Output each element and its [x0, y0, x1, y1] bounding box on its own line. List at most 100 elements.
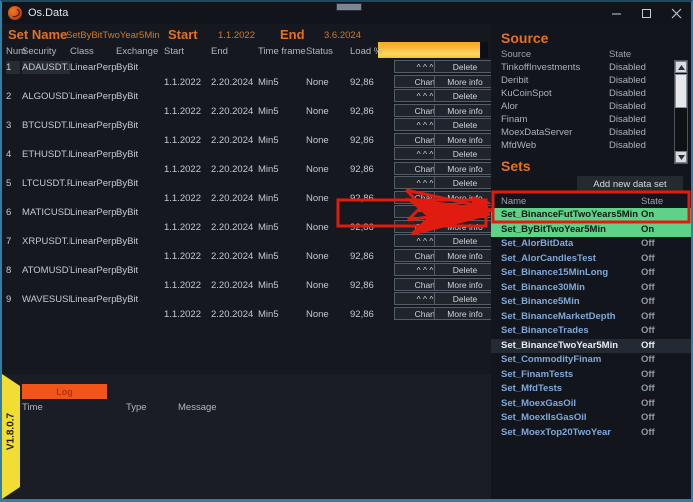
cell-status: None: [306, 193, 329, 204]
more-info-button[interactable]: More info: [434, 162, 496, 175]
set-list-item[interactable]: Set_BinanceMarketDepth Off: [491, 310, 691, 325]
cell-end: 2.20.2024: [211, 164, 254, 175]
set-list-item[interactable]: Set_BinanceTrades Off: [491, 324, 691, 339]
log-panel: Log Time Type Message: [2, 374, 491, 499]
cell-num: 2: [6, 91, 12, 102]
start-label: Start: [168, 27, 198, 42]
cell-class: LinearPerpetu: [70, 265, 116, 276]
tab-log[interactable]: Log: [22, 384, 107, 399]
table-row[interactable]: 4 ETHUSDT.PLinearPerpetuByBit 1.1.2022 2.20…: [2, 147, 496, 176]
source-list-item[interactable]: MoexDataServer Disabled: [501, 126, 679, 139]
delete-button[interactable]: Delete: [434, 234, 496, 247]
table-row[interactable]: 7 XRPUSDT.PLinearPerpetuByBit 1.1.2022 2.20…: [2, 234, 496, 263]
delete-button[interactable]: Delete: [434, 147, 496, 160]
cell-status: None: [306, 251, 329, 262]
maximize-icon[interactable]: [631, 2, 661, 24]
cell-class: LinearPerpetu: [70, 91, 116, 102]
drag-handle-chip[interactable]: [336, 3, 362, 11]
set-list-item[interactable]: Set_FinamTests Off: [491, 368, 691, 383]
set-state: Off: [641, 310, 655, 322]
set-list-item[interactable]: Set_AlorCandlesTest Off: [491, 252, 691, 267]
more-info-button[interactable]: More info: [434, 133, 496, 146]
set-name: Set_ByBitTwoYear5Min: [501, 223, 606, 235]
cell-timeframe: Min5: [258, 193, 279, 204]
more-info-button[interactable]: More info: [434, 104, 496, 117]
set-list-item[interactable]: Set_BinanceTwoYear5Min Off: [491, 338, 691, 353]
more-info-button[interactable]: More info: [434, 278, 496, 291]
source-list: Source State TinkoffInvestments Disabled D…: [501, 48, 679, 152]
log-col-message: Message: [178, 402, 217, 413]
table-row[interactable]: 2 ALGOUSDT.PLinearPerpetuByBit 1.1.2022 2.2…: [2, 89, 496, 118]
set-list-item[interactable]: Set_MoexGasOil Off: [491, 397, 691, 412]
delete-button[interactable]: Delete: [434, 176, 496, 189]
scrollbar-thumb[interactable]: [675, 74, 687, 108]
add-new-data-set-button[interactable]: Add new data set: [577, 176, 683, 193]
source-state: Disabled: [609, 88, 646, 99]
source-scrollbar[interactable]: [674, 60, 688, 164]
set-list-item[interactable]: Set_MoexIIsGasOil Off: [491, 411, 691, 426]
delete-button[interactable]: Delete: [434, 205, 496, 218]
set-list-item[interactable]: Set_AlorBitData Off: [491, 237, 691, 252]
cell-security: WAVESUSDT.: [22, 294, 70, 305]
cell-security: BTCUSDT.P: [22, 120, 70, 131]
set-list-item[interactable]: Set_BinanceFutTwoYears5Min On: [491, 208, 691, 223]
scrollbar-track[interactable]: [675, 108, 687, 152]
cell-class: LinearPerpetu: [70, 236, 116, 247]
minimize-icon[interactable]: [601, 2, 631, 24]
cell-start: 1.1.2022: [164, 280, 201, 291]
set-list-item[interactable]: Set_CommodityFinam Off: [491, 353, 691, 368]
set-state: On: [641, 223, 655, 235]
set-list-item[interactable]: Set_Binance15MinLong Off: [491, 266, 691, 281]
source-col-state: State: [609, 49, 632, 60]
delete-button[interactable]: Delete: [434, 263, 496, 276]
source-list-item[interactable]: TinkoffInvestments Disabled: [501, 61, 679, 74]
table-row[interactable]: 8 ATOMUSDT.PLinearPerpetuByBit 1.1.2022 2.2…: [2, 263, 496, 292]
table-row[interactable]: 1ADAUSDT.PLinearPerpetuByBit 1.1.2022 2.20…: [2, 60, 496, 89]
source-list-item[interactable]: KuCoinSpot Disabled: [501, 87, 679, 100]
grid-body: 1ADAUSDT.PLinearPerpetuByBit1.1.20222.20…: [2, 60, 496, 321]
table-row[interactable]: 5 LTCUSDT.PLinearPerpetuByBit 1.1.2022 2.20…: [2, 176, 496, 205]
cell-load: 92,86: [350, 251, 374, 262]
source-state: Disabled: [609, 101, 646, 112]
cell-load: 92,86: [350, 309, 374, 320]
source-state: Disabled: [609, 75, 646, 86]
set-list-item[interactable]: Set_Binance30Min Off: [491, 281, 691, 296]
cell-class: LinearPerpetu: [70, 62, 116, 73]
table-row[interactable]: 3 BTCUSDT.PLinearPerpetuByBit 1.1.2022 2.20…: [2, 118, 496, 147]
set-name: Set_Binance5Min: [501, 296, 580, 307]
close-icon[interactable]: [661, 2, 691, 24]
delete-button[interactable]: Delete: [434, 89, 496, 102]
table-row[interactable]: 6 MATICUSDT.fLinearPerpetuByBit 1.1.2022 2.…: [2, 205, 496, 234]
source-list-item[interactable]: MfdWeb Disabled: [501, 139, 679, 152]
more-info-button[interactable]: More info: [434, 191, 496, 204]
cell-exchange: ByBit: [116, 236, 139, 247]
cell-timeframe: Min5: [258, 135, 279, 146]
sets-panel-title: Sets: [501, 158, 531, 174]
delete-button[interactable]: Delete: [434, 118, 496, 131]
set-name: Set_Binance30Min: [501, 281, 585, 293]
delete-button[interactable]: Delete: [434, 292, 496, 305]
more-info-button[interactable]: More info: [434, 220, 496, 233]
table-row[interactable]: 9 WAVESUSDT.LinearPerpetuByBit 1.1.2022 2.2…: [2, 292, 496, 321]
cell-load: 92,86: [350, 280, 374, 291]
set-state: Off: [641, 281, 655, 293]
set-list-item[interactable]: Set_ByBitTwoYear5Min On: [491, 222, 691, 237]
cell-timeframe: Min5: [258, 106, 279, 117]
source-list-item[interactable]: Deribit Disabled: [501, 74, 679, 87]
cell-security: ATOMUSDT.P: [22, 265, 70, 276]
more-info-button[interactable]: More info: [434, 307, 496, 320]
more-info-button[interactable]: More info: [434, 75, 496, 88]
set-state: Off: [641, 368, 655, 380]
set-list-item[interactable]: Set_MoexTop20TwoYear Off: [491, 426, 691, 441]
set-list-item[interactable]: Set_MfdTests Off: [491, 382, 691, 397]
cell-security: ETHUSDT.P: [22, 149, 70, 160]
scroll-up-icon[interactable]: [675, 61, 687, 73]
source-list-item[interactable]: Finam Disabled: [501, 113, 679, 126]
cell-end: 2.20.2024: [211, 280, 254, 291]
delete-button[interactable]: Delete: [434, 60, 496, 73]
cell-start: 1.1.2022: [164, 222, 201, 233]
set-list-item[interactable]: Set_Binance5Min Off: [491, 295, 691, 310]
more-info-button[interactable]: More info: [434, 249, 496, 262]
source-list-item[interactable]: Alor Disabled: [501, 100, 679, 113]
cell-num: 5: [6, 178, 12, 189]
